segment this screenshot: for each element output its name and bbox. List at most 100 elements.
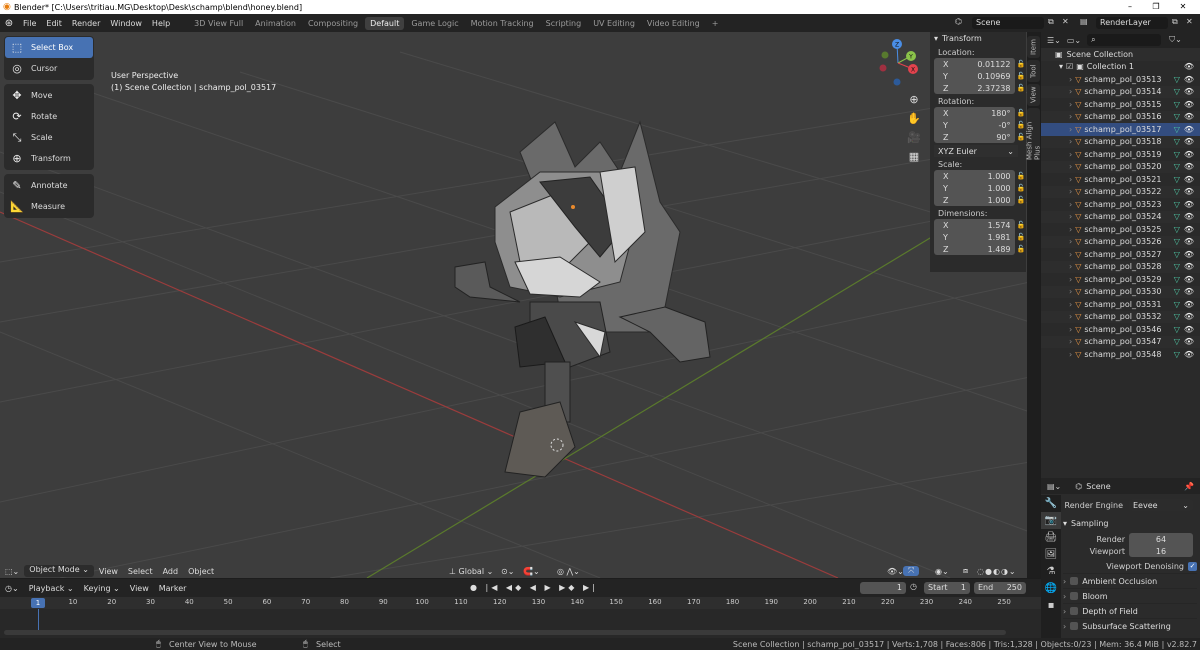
menu-render[interactable]: Render [67, 19, 105, 28]
menu-playback[interactable]: Playback ⌄ [24, 584, 79, 593]
dimensions-field[interactable]: Z 1.489 [934, 243, 1015, 255]
tab-tool[interactable]: Tool [1027, 60, 1040, 82]
outliner-item[interactable]: › ▽ schamp_pol_03521 ▽ 👁 [1041, 173, 1200, 186]
expand-icon[interactable]: › [1069, 250, 1072, 259]
outliner-item[interactable]: › ▽ schamp_pol_03516 ▽ 👁 [1041, 110, 1200, 123]
pan-hand-icon[interactable]: ✋ [903, 109, 925, 128]
tool-cursor[interactable]: ◎ Cursor [5, 58, 93, 79]
scene-tab-icon[interactable]: ⚗ [1041, 563, 1061, 580]
lock-icon[interactable]: 🔓 [1017, 184, 1027, 192]
eye-icon[interactable]: 👁 [1184, 237, 1194, 246]
expand-icon[interactable]: › [1069, 287, 1072, 296]
gizmo-toggle-icon[interactable]: ⤧ [903, 566, 920, 576]
editor-type-icon[interactable]: ⬚⌄ [0, 567, 24, 576]
render-section[interactable]: › Bloom [1063, 588, 1197, 603]
expand-icon[interactable]: › [1069, 350, 1072, 359]
menu-keying[interactable]: Keying ⌄ [79, 584, 125, 593]
add-workspace-button[interactable]: + [707, 17, 724, 30]
tab-game-logic[interactable]: Game Logic [406, 17, 463, 30]
tab-item[interactable]: Item [1027, 36, 1040, 58]
zoom-icon[interactable]: ⊕ [903, 90, 925, 109]
expand-icon[interactable]: › [1069, 87, 1072, 96]
eye-icon[interactable]: 👁 [1184, 75, 1194, 84]
tab-video-editing[interactable]: Video Editing [642, 17, 705, 30]
pin-icon[interactable]: 📌 [1184, 482, 1194, 491]
lock-icon[interactable]: 🔓 [1017, 233, 1027, 241]
render-samples-field[interactable]: 64 [1129, 533, 1193, 545]
new-scene-icon[interactable]: ⧉ [1048, 17, 1054, 27]
render-section[interactable]: › Ambient Occlusion [1063, 573, 1197, 588]
tab-mesh-align-plus[interactable]: Mesh Align Plus [1026, 108, 1042, 160]
outliner-item[interactable]: › ▽ schamp_pol_03517 ▽ 👁 [1041, 123, 1200, 136]
eye-icon[interactable]: 👁 [1184, 112, 1194, 121]
eye-icon[interactable]: 👁 [1184, 350, 1194, 359]
panel-collapse-icon[interactable]: ▾ [934, 34, 938, 43]
remove-scene-icon[interactable]: ✕ [1062, 17, 1069, 26]
outliner-item[interactable]: › ▽ schamp_pol_03531 ▽ 👁 [1041, 298, 1200, 311]
outliner-item[interactable]: › ▽ schamp_pol_03527 ▽ 👁 [1041, 248, 1200, 261]
expand-icon[interactable]: › [1069, 187, 1072, 196]
render-engine-select[interactable]: Eevee ⌄ [1129, 499, 1193, 511]
outliner-item[interactable]: › ▽ schamp_pol_03523 ▽ 👁 [1041, 198, 1200, 211]
navigation-gizmo[interactable]: Z Y X [873, 38, 923, 88]
menu-marker[interactable]: Marker [154, 584, 192, 593]
object-mode-select[interactable]: Object Mode ⌄ [24, 565, 94, 577]
outliner-scene-collection[interactable]: ▣ Scene Collection [1041, 48, 1200, 61]
view-layer-field[interactable]: RenderLayer [1096, 17, 1168, 29]
menu-object[interactable]: Object [183, 567, 219, 576]
eye-icon[interactable]: 👁 [1184, 275, 1194, 284]
shading-mode-icon[interactable]: ◌●◐◑⌄ [972, 567, 1022, 576]
timeline-editor-icon[interactable]: ◷⌄ [0, 584, 24, 593]
viewport-samples-field[interactable]: 16 [1129, 545, 1193, 557]
tab-compositing[interactable]: Compositing [303, 17, 363, 30]
tab-motion-tracking[interactable]: Motion Tracking [466, 17, 539, 30]
eye-icon[interactable]: 👁 [1184, 287, 1194, 296]
eye-icon[interactable]: 👁 [1184, 100, 1194, 109]
outliner-item[interactable]: › ▽ schamp_pol_03525 ▽ 👁 [1041, 223, 1200, 236]
expand-icon[interactable]: › [1069, 300, 1072, 309]
output-tab-icon[interactable]: 🖨 [1041, 529, 1061, 546]
eye-icon[interactable]: 👁 [1184, 162, 1194, 171]
outliner-item[interactable]: › ▽ schamp_pol_03518 ▽ 👁 [1041, 135, 1200, 148]
render-section[interactable]: › Subsurface Scattering [1063, 618, 1197, 633]
outliner-item[interactable]: › ▽ schamp_pol_03546 ▽ 👁 [1041, 323, 1200, 336]
eye-icon[interactable]: 👁 [1184, 87, 1194, 96]
checkbox-icon[interactable]: ☑ [1066, 62, 1073, 71]
tab-scripting[interactable]: Scripting [541, 17, 587, 30]
lock-icon[interactable]: 🔓 [1017, 245, 1027, 253]
ortho-grid-icon[interactable]: ▦ [903, 147, 925, 166]
timeline-scrollbar[interactable] [4, 630, 1006, 635]
outliner-item[interactable]: › ▽ schamp_pol_03513 ▽ 👁 [1041, 73, 1200, 86]
outliner-item[interactable]: › ▽ schamp_pol_03520 ▽ 👁 [1041, 160, 1200, 173]
expand-icon[interactable]: › [1069, 75, 1072, 84]
outliner-item[interactable]: › ▽ schamp_pol_03519 ▽ 👁 [1041, 148, 1200, 161]
outliner-item[interactable]: › ▽ schamp_pol_03522 ▽ 👁 [1041, 185, 1200, 198]
rotation-field[interactable]: Z 90° [934, 131, 1015, 143]
timeline[interactable]: ◷⌄ Playback ⌄ Keying ⌄ View Marker ● |◀ … [0, 579, 1041, 638]
menu-file[interactable]: File [18, 19, 41, 28]
tab-view[interactable]: View [1027, 84, 1040, 106]
orientation-select[interactable]: ⊥ Global ⌄ [444, 567, 498, 576]
outliner-item[interactable]: › ▽ schamp_pol_03514 ▽ 👁 [1041, 85, 1200, 98]
dimensions-field[interactable]: X 1.574 [934, 219, 1015, 231]
sampling-section[interactable]: ▾ Sampling [1063, 516, 1197, 531]
outliner-item[interactable]: › ▽ schamp_pol_03530 ▽ 👁 [1041, 285, 1200, 298]
current-frame-field[interactable]: 1 [860, 582, 906, 594]
render-section[interactable]: › Depth of Field [1063, 603, 1197, 618]
eye-icon[interactable]: 👁 [1184, 62, 1194, 71]
tool-measure[interactable]: 📐 Measure [5, 196, 93, 217]
menu-window[interactable]: Window [105, 19, 147, 28]
menu-edit[interactable]: Edit [41, 19, 67, 28]
overlay-icon[interactable]: ◉⌄ [930, 567, 954, 576]
expand-icon[interactable]: › [1069, 200, 1072, 209]
tool-move[interactable]: ✥ Move [5, 85, 93, 106]
location-field[interactable]: Z 2.37238 [934, 82, 1015, 94]
frame-ruler[interactable]: 1102030405060708090100110120130140150160… [0, 597, 1041, 609]
expand-icon[interactable]: › [1069, 112, 1072, 121]
eye-icon[interactable]: 👁 [1184, 250, 1194, 259]
start-frame-field[interactable]: Start 1 [924, 582, 970, 594]
outliner-item[interactable]: › ▽ schamp_pol_03529 ▽ 👁 [1041, 273, 1200, 286]
menu-help[interactable]: Help [147, 19, 175, 28]
menu-timeline-view[interactable]: View [125, 584, 154, 593]
tool-transform[interactable]: ⊕ Transform [5, 148, 93, 169]
